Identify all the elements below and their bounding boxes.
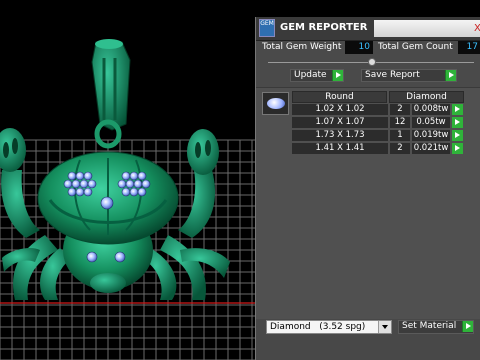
- gem-count: 1: [390, 130, 410, 141]
- close-icon[interactable]: X: [474, 23, 480, 36]
- gem-count: 2: [390, 143, 410, 154]
- material-header: Diamond: [389, 91, 464, 103]
- spider-pendant-model: [0, 39, 230, 300]
- gem-reporter-icon: GEM: [259, 19, 275, 37]
- total-gem-weight-label: Total Gem Weight: [262, 42, 342, 52]
- set-material-button-label: Set Material: [402, 321, 457, 331]
- select-row-icon[interactable]: [452, 117, 463, 128]
- gem-weight: 0.05tw: [412, 117, 450, 128]
- select-row-icon[interactable]: [452, 104, 463, 115]
- chevron-down-icon: [378, 321, 391, 333]
- total-gem-count-label: Total Gem Count: [378, 42, 453, 52]
- panel-slider-thumb[interactable]: [368, 58, 376, 66]
- update-button[interactable]: Update: [290, 69, 344, 82]
- gem-reporter-panel: GEM GEM REPORTER X Total Gem Weight 10 T…: [255, 17, 480, 360]
- gem-size: 1.73 X 1.73: [292, 130, 388, 141]
- material-select-value: Diamond: [270, 322, 311, 332]
- total-gem-weight-value: 10: [345, 41, 373, 54]
- material-density: (3.52 spg): [319, 322, 366, 332]
- title-strip: X: [374, 20, 480, 37]
- save-report-go-icon: [445, 70, 456, 81]
- total-gem-count-value: 17: [458, 41, 480, 54]
- gem-size: 1.07 X 1.07: [292, 117, 388, 128]
- update-go-icon: [332, 70, 343, 81]
- panel-titlebar[interactable]: GEM GEM REPORTER X: [256, 17, 480, 41]
- set-material-button[interactable]: Set Material: [398, 320, 474, 334]
- gem-table-area: Round Diamond 1.02 X 1.02 2 0.008tw 1.07…: [256, 87, 480, 320]
- gem-weight: 0.008tw: [412, 104, 450, 115]
- panel-title: GEM REPORTER: [280, 22, 368, 33]
- select-row-icon[interactable]: [452, 143, 463, 154]
- gem-weight: 0.019tw: [412, 130, 450, 141]
- round-gem-icon[interactable]: [262, 92, 289, 115]
- save-report-button-label: Save Report: [365, 70, 420, 80]
- material-select[interactable]: Diamond (3.52 spg): [266, 320, 392, 334]
- update-button-label: Update: [294, 70, 327, 80]
- select-row-icon[interactable]: [452, 130, 463, 141]
- save-report-button[interactable]: Save Report: [361, 69, 457, 82]
- gem-count: 12: [390, 117, 410, 128]
- gem-size: 1.41 X 1.41: [292, 143, 388, 154]
- set-material-go-icon: [462, 321, 473, 332]
- gem-size: 1.02 X 1.02: [292, 104, 388, 115]
- shape-header: Round: [292, 91, 387, 103]
- gem-count: 2: [390, 104, 410, 115]
- gem-weight: 0.021tw: [412, 143, 450, 154]
